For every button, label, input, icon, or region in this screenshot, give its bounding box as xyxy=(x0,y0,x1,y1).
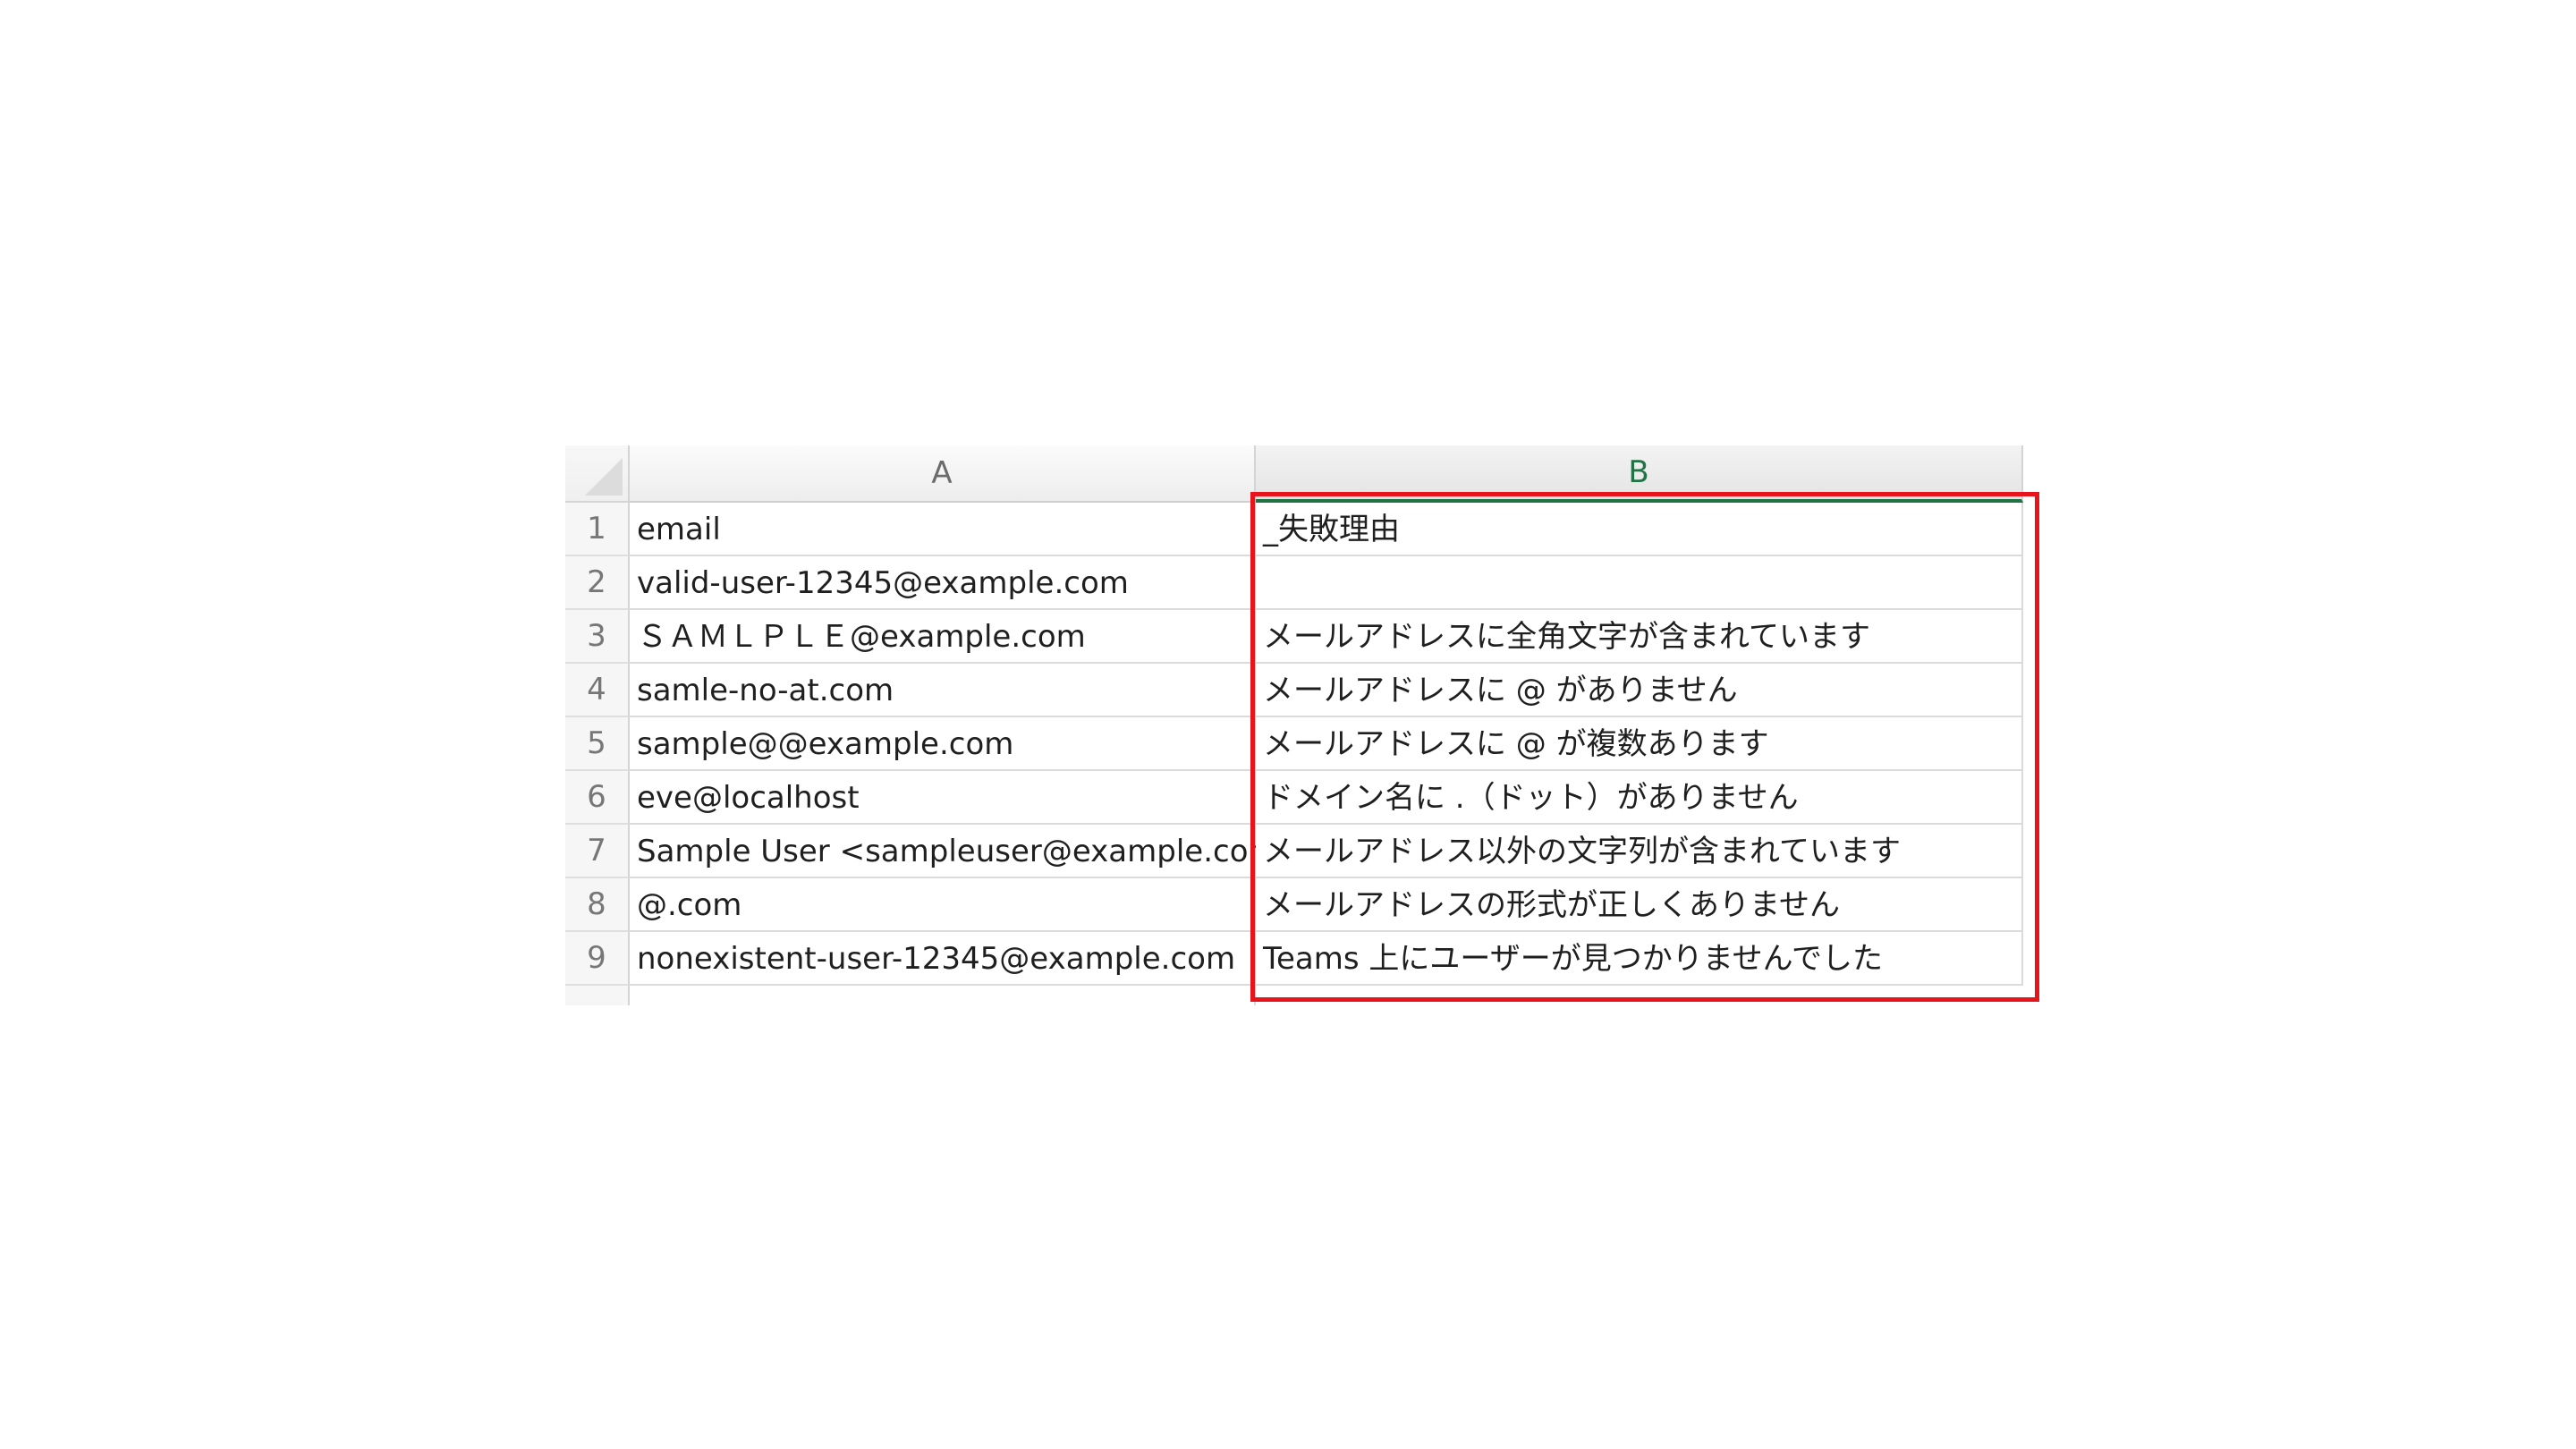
cell-a4[interactable]: samle-no-at.com xyxy=(630,664,1256,717)
table-row: 1 email _失敗理由 xyxy=(565,503,2023,556)
cell-text: valid-user-12345@example.com xyxy=(637,565,1129,601)
select-all-corner[interactable] xyxy=(565,445,630,503)
cell-b4[interactable]: メールアドレスに @ がありません xyxy=(1256,664,2023,717)
column-header-b[interactable]: B xyxy=(1256,445,2023,503)
cell-a6[interactable]: eve@localhost xyxy=(630,771,1256,825)
select-all-triangle-icon xyxy=(585,458,623,496)
row-header[interactable]: 4 xyxy=(565,664,630,717)
row-header[interactable]: 2 xyxy=(565,556,630,610)
row-header[interactable]: 6 xyxy=(565,771,630,825)
cell-a5[interactable]: sample@@example.com xyxy=(630,717,1256,771)
cell-b7[interactable]: メールアドレス以外の文字列が含まれています xyxy=(1256,825,2023,878)
cell-b3[interactable]: メールアドレスに全角文字が含まれています xyxy=(1256,610,2023,664)
cell-continuation xyxy=(630,986,1256,1005)
row-header[interactable]: 9 xyxy=(565,932,630,986)
cell-text: nonexistent-user-12345@example.com xyxy=(637,941,1236,977)
cell-b8[interactable]: メールアドレスの形式が正しくありません xyxy=(1256,878,2023,932)
table-row: 6 eve@localhost ドメイン名に .（ドット）がありません xyxy=(565,771,2023,825)
column-headers: A B xyxy=(565,445,2023,503)
table-row: 5 sample@@example.com メールアドレスに @ が複数あります xyxy=(565,717,2023,771)
row-header[interactable]: 7 xyxy=(565,825,630,878)
cell-b6[interactable]: ドメイン名に .（ドット）がありません xyxy=(1256,771,2023,825)
spreadsheet: A B 1 email _失敗理由 2 valid-user-12345@exa… xyxy=(565,445,2023,1005)
table-row: 9 nonexistent-user-12345@example.com Tea… xyxy=(565,932,2023,986)
column-header-a[interactable]: A xyxy=(630,445,1256,503)
cell-a8[interactable]: @.com xyxy=(630,878,1256,932)
table-row: 8 @.com メールアドレスの形式が正しくありません xyxy=(565,878,2023,932)
cell-text: eve@localhost xyxy=(637,780,860,816)
row-header-continuation xyxy=(565,986,630,1005)
cell-b5[interactable]: メールアドレスに @ が複数あります xyxy=(1256,717,2023,771)
cell-a3[interactable]: ＳＡＭＬＰＬＥ@example.com xyxy=(630,610,1256,664)
row-header[interactable]: 5 xyxy=(565,717,630,771)
cell-a9[interactable]: nonexistent-user-12345@example.com xyxy=(630,932,1256,986)
table-row: 7 Sample User <sampleuser@example.com> メ… xyxy=(565,825,2023,878)
table-row: 2 valid-user-12345@example.com xyxy=(565,556,2023,610)
row-header[interactable]: 3 xyxy=(565,610,630,664)
cell-text: Sample User <sampleuser@example.com> xyxy=(637,834,1304,869)
cell-text: samle-no-at.com xyxy=(637,673,894,708)
cell-b1[interactable]: _失敗理由 xyxy=(1256,503,2023,556)
cell-text: @.com xyxy=(637,887,742,923)
table-row: 4 samle-no-at.com メールアドレスに @ がありません xyxy=(565,664,2023,717)
cell-b9[interactable]: Teams 上にユーザーが見つかりませんでした xyxy=(1256,932,2023,986)
row-header[interactable]: 8 xyxy=(565,878,630,932)
row-header[interactable]: 1 xyxy=(565,503,630,556)
cell-text: email xyxy=(637,512,721,547)
cell-text: sample@@example.com xyxy=(637,726,1014,762)
table-row: 3 ＳＡＭＬＰＬＥ@example.com メールアドレスに全角文字が含まれてい… xyxy=(565,610,2023,664)
cell-a7[interactable]: Sample User <sampleuser@example.com> xyxy=(630,825,1303,878)
cell-a2[interactable]: valid-user-12345@example.com xyxy=(630,556,1256,610)
cell-b2[interactable] xyxy=(1256,556,2023,610)
cell-text: ＳＡＭＬＰＬＥ@example.com xyxy=(637,619,1086,655)
cell-a1[interactable]: email xyxy=(630,503,1256,556)
